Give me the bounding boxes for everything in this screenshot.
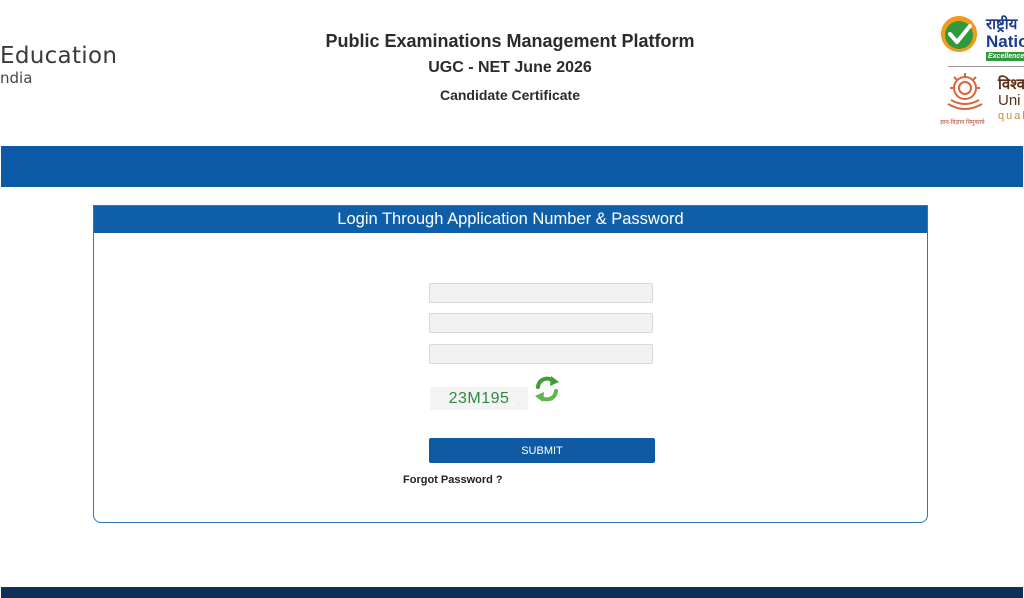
forgot-password-link[interactable]: Forgot Password ? [403, 474, 503, 486]
nta-logo-hindi: राष्ट्रीय [986, 16, 1018, 33]
header-titles: Public Examinations Management Platform … [250, 30, 770, 104]
exam-subtitle: UGC - NET June 2026 [428, 59, 592, 76]
education-logo-line1: Education [0, 43, 118, 69]
nta-logo: राष्ट्रीय Natio Excellence [938, 12, 1024, 64]
ugc-logo-hindi: विश्व [998, 76, 1024, 93]
nta-logo-tagline: Excellence [986, 52, 1024, 61]
education-ministry-logo: Education ndia [0, 42, 117, 86]
refresh-captcha-icon[interactable] [532, 374, 562, 404]
login-panel: Login Through Application Number & Passw… [93, 205, 928, 523]
password-input[interactable] [429, 313, 653, 333]
login-panel-heading: Login Through Application Number & Passw… [94, 206, 927, 233]
tick-emblem-icon [941, 16, 977, 52]
ugc-logo-tagline: qual [998, 110, 1024, 122]
logo-divider [948, 66, 1024, 67]
ugc-logo-english: Uni [998, 92, 1021, 109]
nta-logo-english: Natio [986, 32, 1024, 51]
application-number-input[interactable] [429, 283, 653, 303]
platform-title: Public Examinations Management Platform [325, 31, 695, 51]
ugc-logo: ज्ञान-विज्ञान विमुक्तये विश्व Uni qual [938, 70, 1024, 128]
captcha-input[interactable] [429, 344, 653, 364]
captcha-code: 23M195 [448, 390, 510, 407]
ugc-emblem-icon [947, 73, 983, 110]
page-header: Education ndia Public Examinations Manag… [0, 0, 1024, 146]
footer-band [1, 587, 1023, 598]
education-logo-line2: ndia [0, 69, 33, 87]
ugc-motto: ज्ञान-विज्ञान विमुक्तये [940, 120, 985, 126]
submit-button[interactable]: SUBMIT [429, 438, 655, 463]
captcha-image: · · · 23M195 [430, 387, 528, 410]
page-title: Candidate Certificate [439, 87, 581, 103]
header-blue-band [1, 146, 1023, 187]
